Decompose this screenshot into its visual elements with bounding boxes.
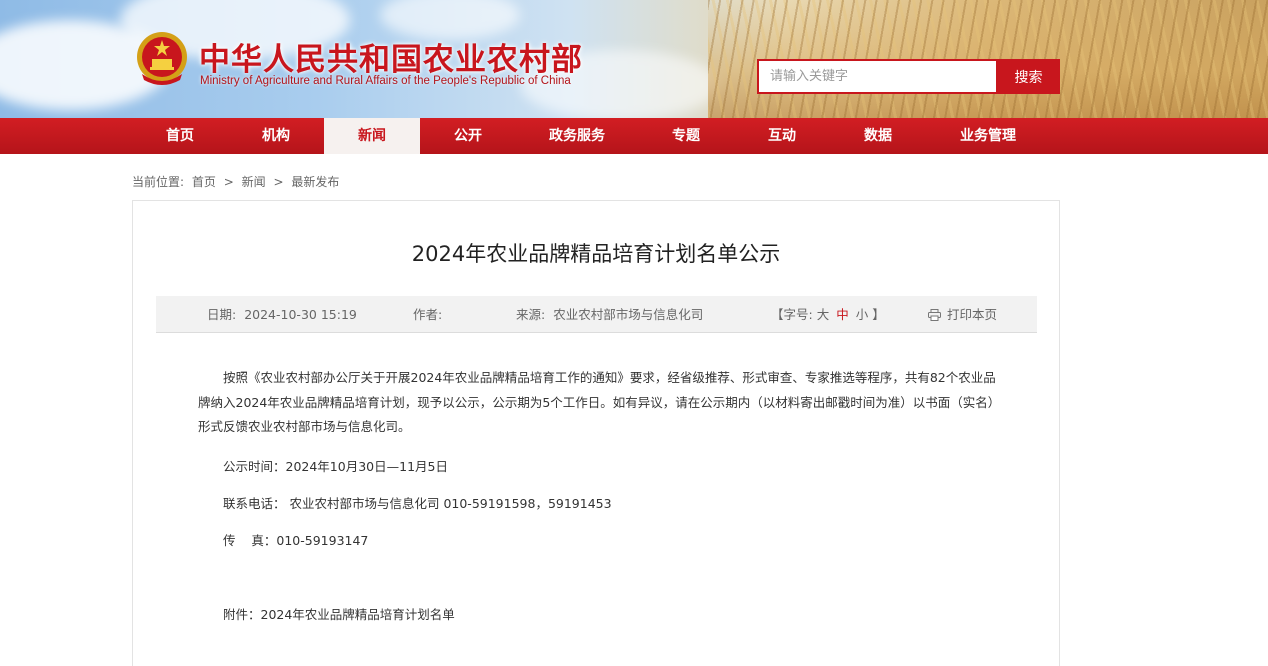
article-meta-bar: 日期: 2024-10-30 15:19 作者: 来源: 农业农村部市场与信息化… [156,296,1037,333]
contact-phone-line: 联系电话： 农业农村部市场与信息化司 010-59191598，59191453 [223,496,612,511]
print-button[interactable]: 打印本页 [928,296,997,333]
breadcrumb-separator: > [223,175,234,189]
article-title: 2024年农业品牌精品培育计划名单公示 [411,242,781,266]
article-paragraph: 按照《农业农村部办公厅关于开展2024年农业品牌精品培育工作的通知》要求，经省级… [198,370,996,434]
font-size-large-button[interactable]: 大 [817,307,830,322]
font-size-control: 【字号: 大 中 小 】 [771,296,885,333]
meta-date: 日期: 2024-10-30 15:19 [207,296,357,333]
nav-item-business-management[interactable]: 业务管理 [926,118,1050,154]
meta-date-label: 日期: [207,307,237,322]
nav-item-data[interactable]: 数据 [830,118,926,154]
meta-author-label: 作者: [413,307,443,322]
breadcrumb-link-latest[interactable]: 最新发布 [291,175,339,189]
meta-source: 来源: 农业农村部市场与信息化司 [516,296,703,333]
meta-author: 作者: [413,296,442,333]
breadcrumb-link-news[interactable]: 新闻 [242,175,266,189]
font-size-small-button[interactable]: 小 [856,307,869,322]
site-subtitle: Ministry of Agriculture and Rural Affair… [200,75,571,87]
breadcrumb-link-home[interactable]: 首页 [192,175,216,189]
nav-item-government-services[interactable]: 政务服务 [516,118,638,154]
meta-source-value: 农业农村部市场与信息化司 [553,307,704,322]
breadcrumb: 当前位置: 首页 > 新闻 > 最新发布 [132,173,339,190]
article-panel: 2024年农业品牌精品培育计划名单公示 日期: 2024-10-30 15:19… [132,200,1060,666]
nav-item-topics[interactable]: 专题 [638,118,734,154]
header-banner: 中华人民共和国农业农村部 Ministry of Agriculture and… [0,0,1268,118]
font-size-label-open: 【字号: [771,307,813,322]
main-nav: 首页 机构 新闻 公开 政务服务 专题 互动 数据 业务管理 [0,118,1268,154]
search-input[interactable] [757,59,998,94]
national-emblem-icon [137,32,187,85]
attachment-link[interactable]: 附件：2024年农业品牌精品培育计划名单 [223,604,455,623]
breadcrumb-prefix: 当前位置: [132,175,185,189]
meta-source-label: 来源: [516,307,546,322]
nav-item-news[interactable]: 新闻 [324,118,420,154]
nav-item-organization[interactable]: 机构 [228,118,324,154]
search-button[interactable]: 搜索 [997,59,1060,94]
nav-item-interaction[interactable]: 互动 [734,118,830,154]
breadcrumb-separator: > [273,175,284,189]
fax-line: 传 真：010-59193147 [223,533,369,548]
font-size-medium-button[interactable]: 中 [836,307,849,322]
print-label: 打印本页 [947,307,998,322]
site-title[interactable]: 中华人民共和国农业农村部 [199,34,583,79]
notice-time-line: 公示时间：2024年10月30日—11月5日 [223,459,448,474]
nav-item-public[interactable]: 公开 [420,118,516,154]
printer-icon [928,308,941,321]
meta-date-value: 2024-10-30 15:19 [244,307,357,322]
font-size-label-close: 】 [872,307,885,322]
nav-item-home[interactable]: 首页 [132,118,228,154]
